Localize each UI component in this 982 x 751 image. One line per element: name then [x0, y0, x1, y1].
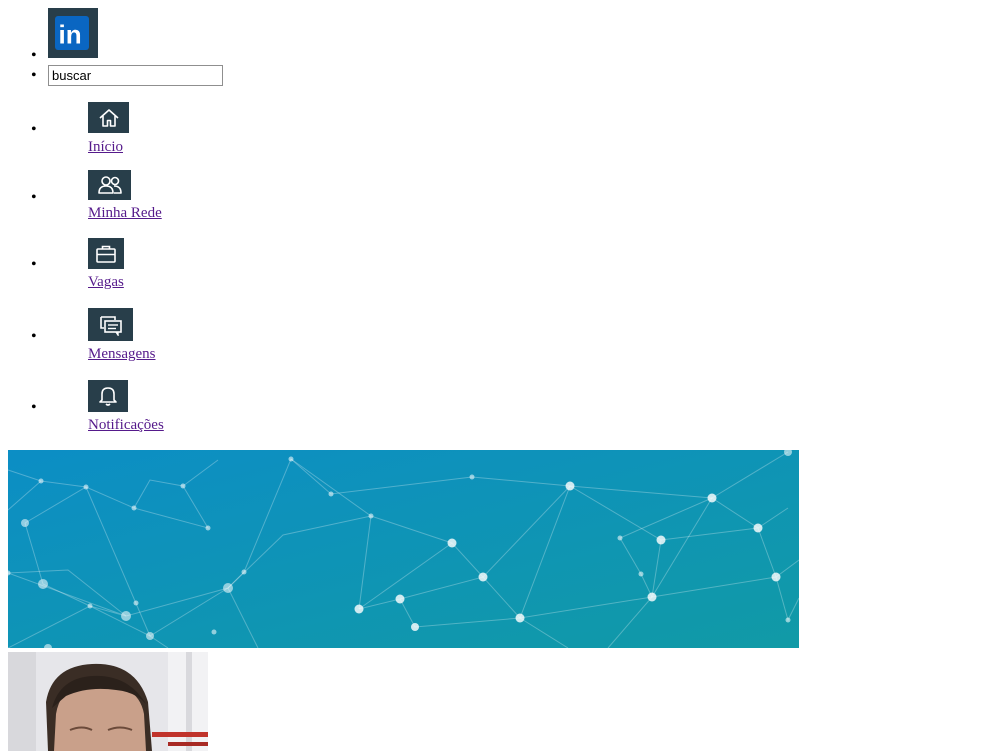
nav-label-inicio[interactable]: Início	[88, 138, 123, 156]
network-background-image	[8, 450, 799, 648]
list-bullet: •	[31, 121, 37, 138]
nav-label-notificacoes[interactable]: Notificações	[88, 416, 164, 434]
nav-label-vagas[interactable]: Vagas	[88, 273, 124, 291]
linkedin-logo-icon[interactable]: in	[48, 8, 98, 58]
list-bullet: •	[31, 189, 37, 206]
search-input[interactable]	[48, 65, 223, 86]
list-bullet: •	[31, 328, 37, 345]
nav-item-mensagens[interactable]: • Mensagens	[0, 308, 400, 368]
briefcase-icon	[88, 238, 124, 269]
nav-item-minha-rede[interactable]: • Minha Rede	[0, 170, 400, 230]
profile-photo[interactable]	[8, 652, 208, 751]
people-icon	[88, 170, 131, 200]
nav-item-notificacoes[interactable]: • Notificações	[0, 380, 400, 440]
profile-banner	[8, 450, 799, 648]
list-bullet: •	[31, 399, 37, 416]
profile-photo-image	[8, 652, 208, 751]
list-bullet: •	[31, 67, 37, 84]
nav-item-vagas[interactable]: • Vagas	[0, 238, 400, 298]
list-bullet: •	[31, 256, 37, 273]
home-icon	[88, 102, 129, 133]
messages-icon	[88, 308, 133, 341]
nav-label-mensagens[interactable]: Mensagens	[88, 345, 156, 363]
list-bullet: •	[31, 47, 37, 64]
nav-item-inicio[interactable]: • Início	[0, 102, 400, 162]
nav-label-minha-rede[interactable]: Minha Rede	[88, 204, 162, 222]
bell-icon	[88, 380, 128, 412]
logo-text: in	[59, 20, 82, 50]
